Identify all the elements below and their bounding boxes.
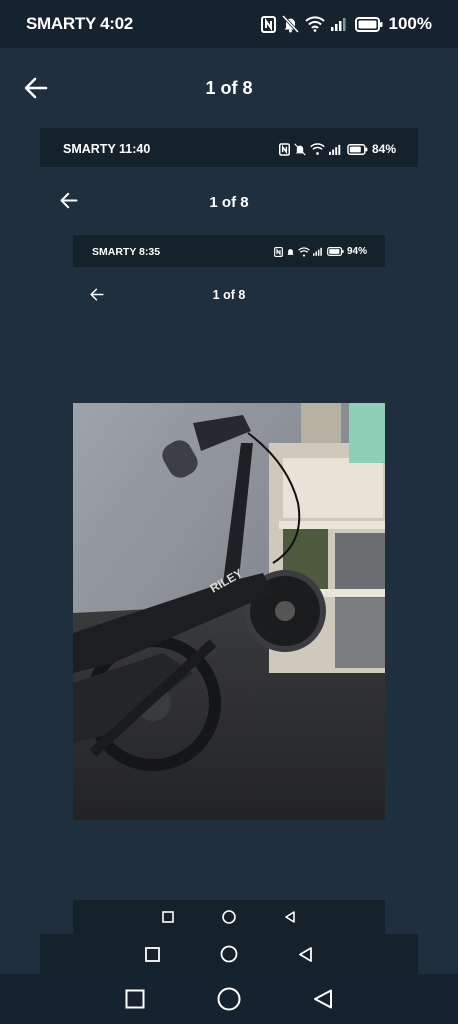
nested-nav-bar bbox=[40, 934, 418, 974]
status-icons: 100% bbox=[260, 14, 432, 34]
status-icons: 84% bbox=[278, 142, 396, 156]
nested-status-bar: SMARTY 11:40 84% bbox=[40, 128, 418, 167]
listing-photo[interactable]: RILEY bbox=[73, 403, 385, 820]
battery-icon bbox=[347, 143, 368, 155]
signal-icon bbox=[328, 144, 341, 155]
wifi-icon bbox=[298, 246, 310, 257]
square-icon bbox=[145, 946, 160, 962]
carrier-time: SMARTY 8:35 bbox=[92, 246, 161, 258]
wifi-icon bbox=[310, 143, 325, 155]
battery-icon bbox=[354, 16, 383, 32]
square-icon[interactable] bbox=[125, 989, 145, 1009]
triangle-back-icon bbox=[284, 911, 296, 923]
triangle-back-icon[interactable] bbox=[313, 989, 333, 1009]
page-counter: 1 of 8 bbox=[209, 194, 249, 211]
status-icons: 94% bbox=[274, 246, 367, 257]
battery-percent: 100% bbox=[388, 14, 432, 33]
nested-status-bar-inner: SMARTY 8:35 94% bbox=[73, 235, 385, 267]
triangle-back-icon bbox=[298, 946, 313, 962]
square-icon bbox=[162, 911, 174, 923]
page-counter: 1 of 8 bbox=[212, 288, 246, 302]
system-nav-bar bbox=[0, 974, 458, 1024]
bell-off-icon bbox=[281, 15, 299, 33]
circle-icon bbox=[222, 910, 236, 924]
nfc-icon bbox=[274, 246, 283, 257]
status-bar: SMARTY 4:02 100% bbox=[0, 0, 458, 48]
circle-icon bbox=[220, 945, 238, 963]
nfc-icon bbox=[260, 15, 276, 33]
nfc-icon bbox=[278, 142, 290, 156]
circle-icon[interactable] bbox=[217, 987, 241, 1011]
nested-nav-bar-inner bbox=[73, 900, 385, 934]
bell-off-icon bbox=[287, 248, 294, 255]
carrier-time: SMARTY 4:02 bbox=[26, 14, 133, 33]
battery-icon bbox=[327, 247, 344, 256]
battery-percent: 94% bbox=[346, 246, 367, 257]
ebike-photo: RILEY bbox=[73, 403, 385, 820]
signal-icon bbox=[330, 18, 346, 31]
battery-percent: 84% bbox=[371, 142, 396, 156]
bell-off-icon bbox=[294, 142, 306, 156]
page-counter: 1 of 8 bbox=[205, 78, 253, 98]
wifi-icon bbox=[304, 16, 325, 32]
signal-icon bbox=[312, 247, 322, 256]
carrier-time: SMARTY 11:40 bbox=[63, 142, 151, 156]
